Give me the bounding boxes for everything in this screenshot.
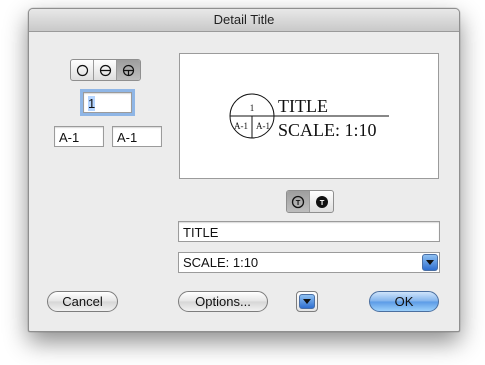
title-outline-icon: T [291, 195, 305, 208]
circle-with-bar-icon [99, 64, 111, 76]
svg-text:T: T [296, 198, 301, 207]
preview-sheet-right: A-1 [256, 121, 270, 131]
svg-text:T: T [319, 198, 324, 207]
preview-sheet-left: A-1 [234, 121, 248, 131]
detail-number-field[interactable]: 1 [80, 89, 135, 116]
detail-title-dialog: Detail Title 1 A-1 A-1 1 A-1 A-1 TITLE S… [28, 8, 460, 332]
sheet-number-right-value: A-1 [117, 130, 138, 145]
title-text-value: TITLE [183, 225, 219, 240]
symbol-style-option-bar[interactable] [94, 60, 117, 80]
title-position-option-filled[interactable]: T [310, 191, 333, 212]
preview-title-text: TITLE [278, 96, 328, 116]
title-position-option-outline[interactable]: T [287, 191, 310, 212]
chevron-down-icon [299, 294, 315, 309]
sheet-number-left-field[interactable]: A-1 [54, 126, 104, 147]
preview-detail-number: 1 [250, 103, 255, 113]
scale-select-value: SCALE: 1:10 [183, 255, 259, 270]
sheet-number-left-value: A-1 [59, 130, 80, 145]
scale-select[interactable]: SCALE: 1:10 [178, 252, 440, 273]
title-text-field[interactable]: TITLE [178, 221, 440, 242]
title-filled-icon: T [315, 195, 328, 208]
ok-button[interactable]: OK [369, 291, 439, 312]
options-button[interactable]: Options... [178, 291, 268, 312]
detail-number-value: 1 [88, 96, 96, 111]
preview-scale-text: SCALE: 1:10 [278, 120, 377, 140]
symbol-style-option-cross[interactable] [117, 60, 140, 80]
options-popup-button[interactable] [296, 291, 318, 312]
cancel-button[interactable]: Cancel [47, 291, 118, 312]
symbol-style-segmented-control [70, 59, 141, 81]
symbol-style-option-plain[interactable] [71, 60, 94, 80]
preview-drawing: 1 A-1 A-1 TITLE SCALE: 1:10 [229, 93, 389, 140]
chevron-down-icon[interactable] [422, 254, 438, 271]
circle-with-cross-icon [122, 64, 135, 76]
detail-title-preview: 1 A-1 A-1 TITLE SCALE: 1:10 [179, 53, 439, 179]
circle-icon [76, 64, 88, 76]
window-title: Detail Title [29, 9, 459, 32]
title-position-segmented-control: T T [286, 190, 334, 213]
sheet-number-right-field[interactable]: A-1 [112, 126, 162, 147]
